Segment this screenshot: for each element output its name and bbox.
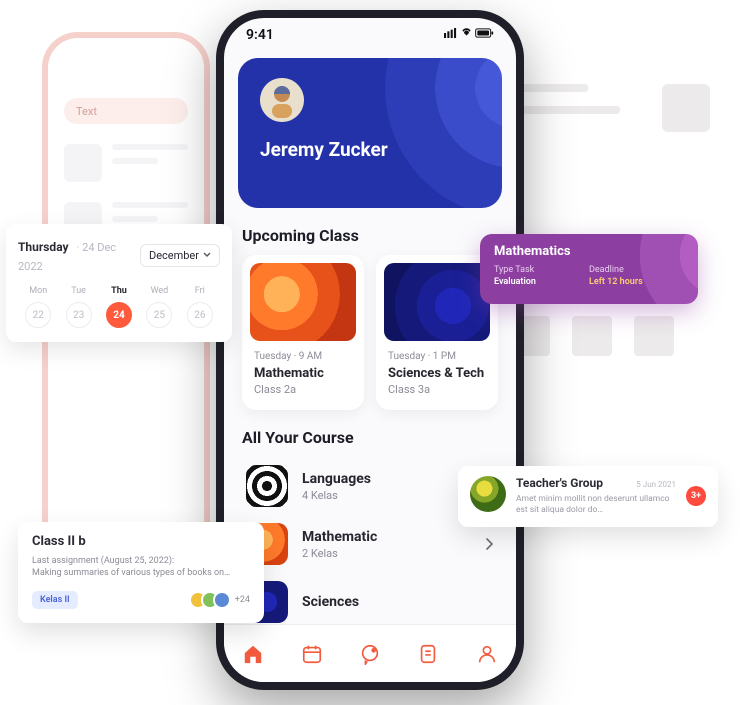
course-sub: 4 Kelas [302,489,371,502]
assignment-title: Class II b [32,534,250,549]
courses-heading: All Your Course [242,428,498,447]
user-name: Jeremy Zucker [260,138,480,161]
task-title: Mathematics [494,244,684,259]
upcoming-title: Sciences & Tech [388,366,486,381]
course-title: Sciences [302,594,359,610]
day-cell[interactable]: Mon22 [18,286,58,328]
assignment-card[interactable]: Class II b Last assignment (August 25, 2… [18,522,264,623]
avatar[interactable] [260,78,304,122]
course-thumb-icon [246,465,288,507]
calendar-icon[interactable] [301,643,323,665]
course-row[interactable]: Sciences [224,573,516,631]
search-placeholder-text: Text [76,105,97,118]
month-select-value: December [149,249,199,262]
group-message: Amet minim mollit non deserunt ullamco e… [516,494,676,517]
task-type-value: Evaluation [494,277,589,287]
upcoming-meta: Tuesday · 1 PM [388,351,486,362]
day-cell[interactable]: Tue23 [58,286,98,328]
upcoming-class: Class 2a [254,383,352,396]
assignment-sub: Last assignment (August 25, 2022):Making… [32,555,250,579]
status-time: 9:41 [246,27,274,43]
class-tag[interactable]: Kelas II [32,591,78,609]
status-icons [444,27,494,43]
task-deadline-label: Deadline [589,265,684,275]
chat-preview-card[interactable]: Teacher's Group 5 Jun 2021 Amet minim mo… [458,466,718,527]
month-select[interactable]: December [140,244,220,267]
course-title: Languages [302,471,371,487]
chevron-down-icon [203,252,211,258]
group-date: 5 Jun 2021 [636,480,676,489]
status-bar: 9:41 [224,18,516,52]
upcoming-class: Class 3a [388,383,486,396]
chevron-right-icon [486,535,494,554]
notes-icon[interactable] [417,643,439,665]
group-avatar [470,476,506,512]
chat-icon[interactable] [359,643,381,665]
member-count-more: +24 [235,595,250,605]
course-thumb-icon [250,263,356,341]
task-deadline-value: Left 12 hours [589,277,684,287]
upcoming-title: Mathematic [254,366,352,381]
task-type-label: Type Task [494,265,589,275]
group-name: Teacher's Group [516,476,603,490]
course-thumb-icon [384,263,490,341]
day-cell-active[interactable]: Thu24 [99,286,139,328]
background-panel-right [510,84,710,344]
course-title: Mathematic [302,529,377,545]
tab-bar [224,624,516,682]
course-sub: 2 Kelas [302,547,377,560]
search-input-placeholder[interactable]: Text [64,98,188,124]
datepicker-days: Mon22 Tue23 Thu24 Wed25 Fri26 [18,286,220,328]
upcoming-card[interactable]: Tuesday · 9 AM Mathematic Class 2a [242,255,364,410]
task-card[interactable]: Mathematics Type Task Evaluation Deadlin… [480,234,698,304]
profile-hero: Jeremy Zucker [238,58,502,208]
day-cell[interactable]: Wed25 [139,286,179,328]
day-cell[interactable]: Fri26 [180,286,220,328]
home-icon[interactable] [242,643,264,665]
upcoming-heading: Upcoming Class [242,226,498,245]
date-picker-card: Thursday · 24 Dec 2022 December Mon22 Tu… [6,224,232,342]
upcoming-meta: Tuesday · 9 AM [254,351,352,362]
profile-icon[interactable] [476,643,498,665]
unread-badge: 3+ [686,486,706,506]
datepicker-dayname: Thursday [18,240,69,254]
member-avatars: +24 [195,591,250,609]
